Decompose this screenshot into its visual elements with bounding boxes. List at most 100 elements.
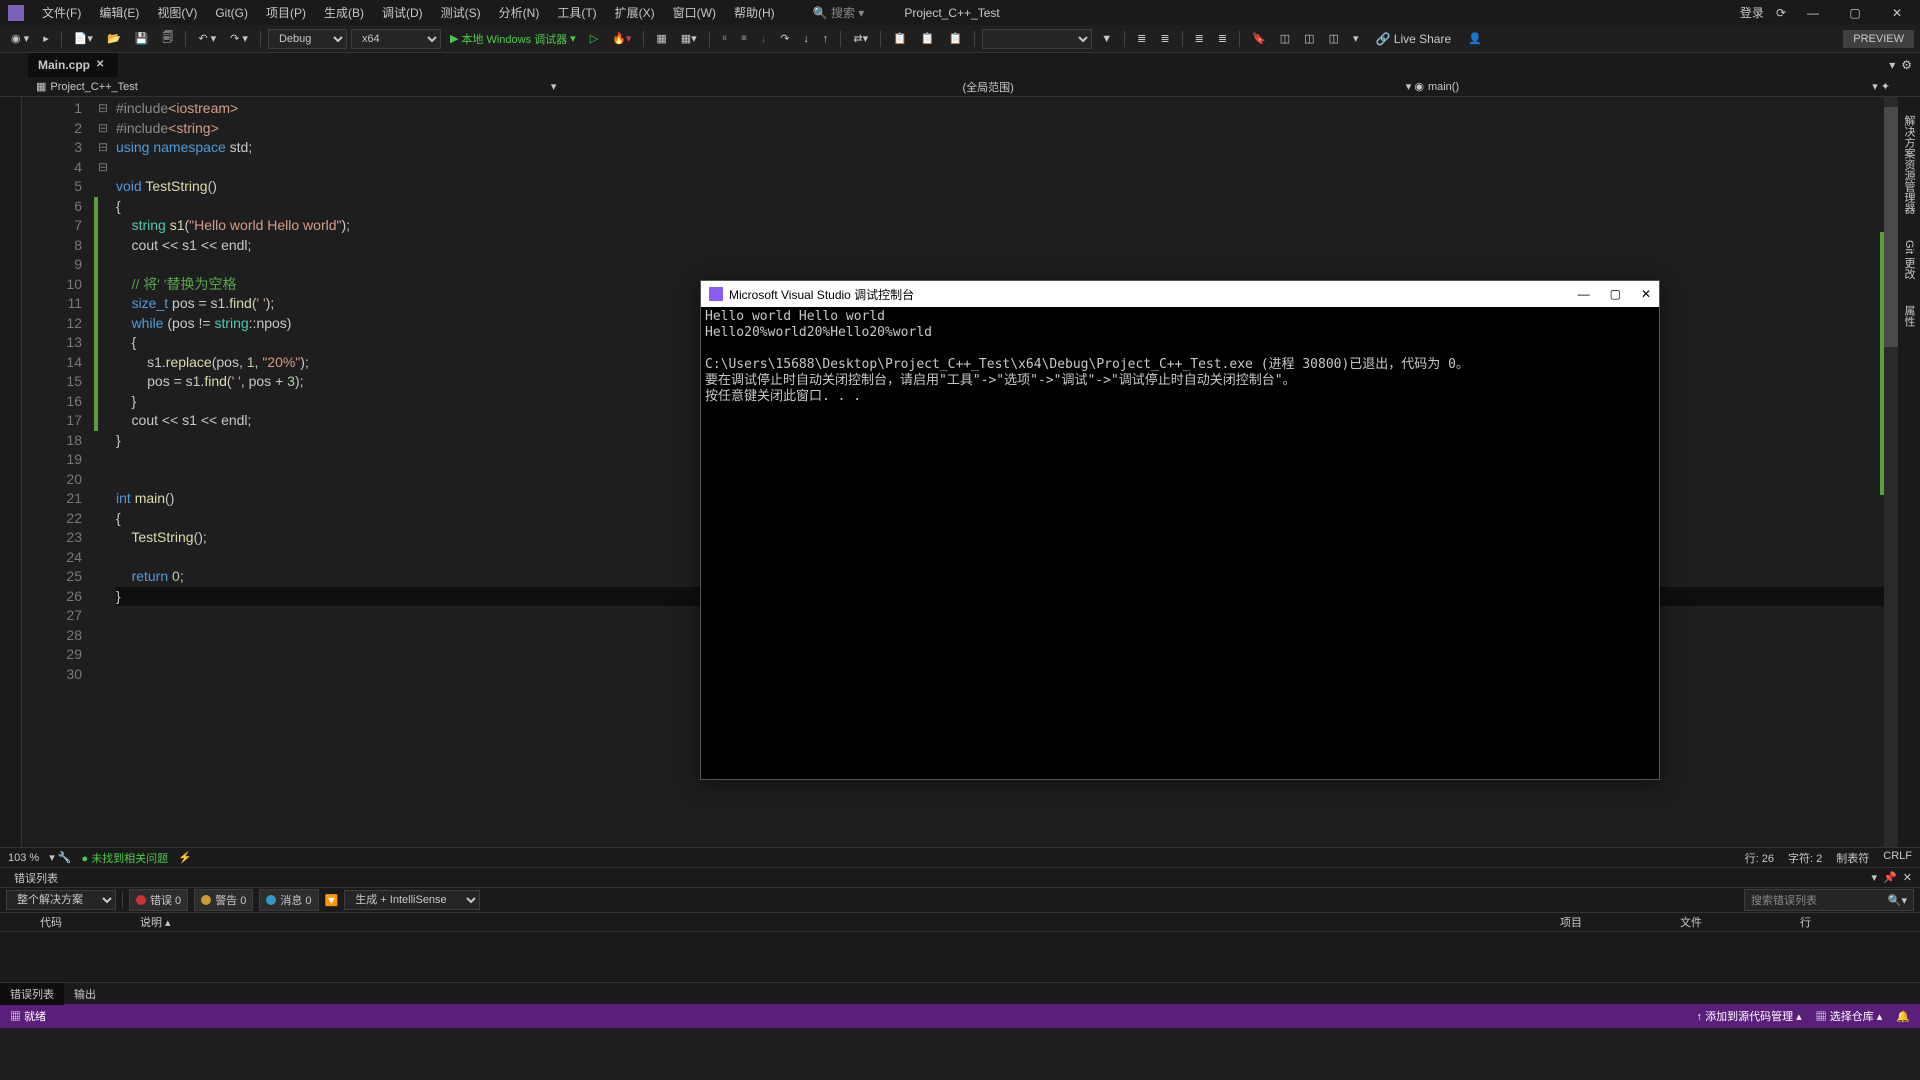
menu-item[interactable]: 编辑(E): [91, 1, 147, 24]
console-maximize[interactable]: ▢: [1610, 287, 1621, 301]
nav-back-icon[interactable]: ◉ ▾: [6, 29, 34, 48]
tb-stepu-icon[interactable]: ↑: [818, 30, 834, 48]
bell-icon[interactable]: 🔔: [1896, 1010, 1910, 1023]
tab-properties[interactable]: 属性: [1898, 297, 1920, 335]
menu-item[interactable]: 窗口(W): [665, 1, 724, 24]
sync-icon[interactable]: ⟳: [1776, 6, 1786, 20]
tb-icon-12[interactable]: 🔖: [1247, 29, 1271, 48]
error-search[interactable]: 搜索错误列表🔍▾: [1744, 889, 1914, 911]
menu-item[interactable]: Git(G): [207, 3, 256, 23]
menu-item[interactable]: 扩展(X): [607, 1, 663, 24]
tb-icon-15[interactable]: ◫: [1324, 29, 1344, 48]
menu-item[interactable]: 视图(V): [149, 1, 205, 24]
error-columns: 代码 说明 ▴ 项目 文件 行: [0, 912, 1920, 932]
open-icon[interactable]: 📂: [102, 29, 126, 48]
tb-icon-6[interactable]: 📋: [944, 29, 968, 48]
tb-icon-9[interactable]: ≣: [1155, 29, 1174, 48]
tab-close-icon[interactable]: ✕: [96, 59, 108, 71]
redo-icon[interactable]: ↷ ▾: [225, 29, 253, 48]
tb-icon-1[interactable]: ▦: [651, 29, 671, 48]
tab-dropdown-icon[interactable]: ▾: [1889, 58, 1895, 72]
col-project[interactable]: 项目: [1560, 914, 1640, 930]
fold-column[interactable]: ⊟⊟⊟⊟: [98, 97, 112, 847]
tab-gear-icon[interactable]: ⚙: [1901, 58, 1912, 72]
col-line[interactable]: 行: [1800, 914, 1880, 930]
console-minimize[interactable]: —: [1578, 287, 1590, 301]
platform-select[interactable]: x64: [351, 29, 441, 49]
messages-filter[interactable]: 消息 0: [259, 889, 318, 911]
login-button[interactable]: 登录: [1740, 4, 1764, 21]
tb-icon-7[interactable]: ▼: [1096, 30, 1117, 48]
menu-item[interactable]: 文件(F): [34, 1, 89, 24]
indent-mode[interactable]: 制表符: [1836, 850, 1869, 866]
zoom-level[interactable]: 103 %: [8, 852, 39, 864]
live-share-button[interactable]: 🔗 Live Share: [1368, 29, 1460, 49]
global-search[interactable]: 🔍 搜索 ▾: [805, 2, 873, 23]
tb-stepi-icon[interactable]: ↓: [798, 30, 814, 48]
context-project[interactable]: ▦ Project_C++_Test: [30, 80, 144, 93]
add-to-source-control[interactable]: ↑ 添加到源代码管理 ▴: [1697, 1008, 1802, 1024]
context-func[interactable]: ▾ ◉ main(): [1400, 80, 1465, 93]
tb-icon-3[interactable]: ⇄▾: [848, 29, 873, 48]
console-icon: [709, 287, 723, 301]
panel-pin-icon[interactable]: 📌: [1883, 871, 1897, 884]
tab-git-changes[interactable]: Git 更改: [1898, 232, 1920, 287]
tb-icon-5[interactable]: 📋: [916, 29, 940, 48]
panel-dropdown-icon[interactable]: ▾: [1872, 871, 1878, 884]
filter-icon[interactable]: 🔽: [325, 894, 339, 907]
tab-solution-explorer[interactable]: 解决方案资源管理器: [1898, 107, 1920, 222]
feedback-icon[interactable]: 👤: [1463, 29, 1487, 48]
tb-combo[interactable]: [982, 29, 1092, 49]
new-file-icon[interactable]: 📄▾: [69, 29, 98, 48]
menu-item[interactable]: 测试(S): [433, 1, 489, 24]
col-file[interactable]: 文件: [1680, 914, 1760, 930]
maximize-button[interactable]: ▢: [1840, 2, 1870, 24]
hot-reload-icon[interactable]: 🔥▾: [607, 29, 636, 48]
context-scope[interactable]: (全局范围): [956, 79, 1019, 95]
col-code[interactable]: 代码: [40, 914, 100, 930]
build-select[interactable]: 生成 + IntelliSense: [344, 890, 480, 910]
menu-item[interactable]: 工具(T): [549, 1, 604, 24]
tb-icon-11[interactable]: ≣: [1213, 29, 1232, 48]
tab-main-cpp[interactable]: Main.cpp ✕: [28, 53, 118, 77]
tb-stop-icon[interactable]: ⏹: [736, 29, 752, 48]
start-nodebug-button[interactable]: ▷: [585, 29, 603, 48]
tb-icon-2[interactable]: ▦▾: [676, 29, 702, 48]
nav-fwd-icon[interactable]: ▸: [38, 29, 54, 48]
warnings-filter[interactable]: 警告 0: [194, 889, 253, 911]
tb-step-icon[interactable]: ↓: [756, 30, 772, 48]
minimize-button[interactable]: —: [1798, 2, 1828, 24]
tb-icon-13[interactable]: ◫: [1275, 29, 1295, 48]
col-desc[interactable]: 说明 ▴: [140, 914, 1520, 930]
save-all-icon[interactable]: 🗐: [157, 26, 178, 51]
tb-pause-icon[interactable]: ⏸: [717, 29, 733, 48]
console-titlebar[interactable]: Microsoft Visual Studio 调试控制台 — ▢ ✕: [701, 281, 1659, 307]
debug-console-window: Microsoft Visual Studio 调试控制台 — ▢ ✕ Hell…: [700, 280, 1660, 780]
menu-item[interactable]: 分析(N): [491, 1, 548, 24]
menu-item[interactable]: 生成(B): [316, 1, 372, 24]
tb-icon-4[interactable]: 📋: [888, 29, 912, 48]
scope-select[interactable]: 整个解决方案: [6, 890, 116, 910]
tb-stepo-icon[interactable]: ↷: [775, 29, 794, 48]
console-close[interactable]: ✕: [1641, 287, 1651, 301]
panel-close-icon[interactable]: ✕: [1903, 871, 1912, 884]
tb-icon-14[interactable]: ◫: [1299, 29, 1319, 48]
eol-mode[interactable]: CRLF: [1883, 850, 1912, 866]
menu-item[interactable]: 项目(P): [258, 1, 314, 24]
start-debug-button[interactable]: ▶ 本地 Windows 调试器 ▾: [445, 28, 581, 50]
tb-icon-10[interactable]: ≣: [1190, 29, 1209, 48]
menu-item[interactable]: 帮助(H): [726, 1, 783, 24]
save-icon[interactable]: 💾: [130, 29, 154, 48]
tb-icon-16[interactable]: ▾: [1348, 29, 1364, 48]
issues-indicator[interactable]: ● 未找到相关问题: [81, 850, 168, 866]
tb-icon-8[interactable]: ≣: [1132, 29, 1151, 48]
select-repo[interactable]: ▦ 选择仓库 ▴: [1816, 1008, 1883, 1024]
tab-output[interactable]: 输出: [64, 983, 106, 1005]
close-button[interactable]: ✕: [1882, 2, 1912, 24]
undo-icon[interactable]: ↶ ▾: [193, 29, 221, 48]
tab-error-list[interactable]: 错误列表: [0, 983, 64, 1005]
errors-filter[interactable]: 错误 0: [129, 889, 188, 911]
vertical-scrollbar[interactable]: [1884, 97, 1898, 847]
config-select[interactable]: Debug: [268, 29, 347, 49]
menu-item[interactable]: 调试(D): [374, 1, 431, 24]
